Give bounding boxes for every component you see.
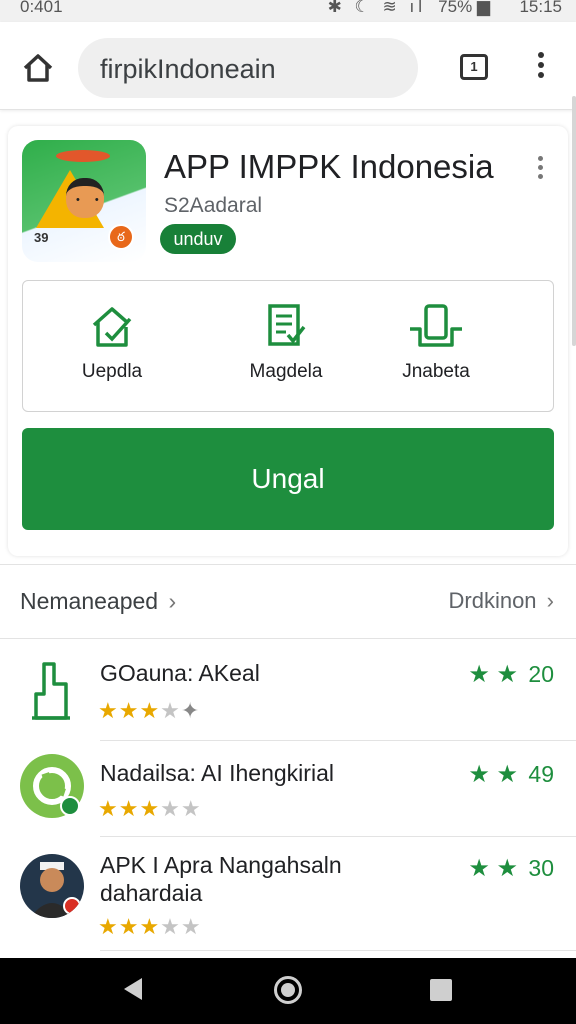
tab-switcher-button[interactable]: 1	[460, 54, 488, 80]
app-icon[interactable]: • • 39 ఠ	[22, 140, 146, 262]
scrollbar[interactable]	[572, 96, 576, 346]
list-item-stars: ★★★★★	[98, 914, 202, 939]
status-time: 0:401	[20, 0, 63, 16]
app-card: • • 39 ఠ APP IMPPK Indonesia S2Aadaral u…	[8, 126, 568, 556]
list-item[interactable]: GOauna: AKeal ★★★★✦ ★ ★ 20	[0, 640, 576, 740]
list-item-rating: ★ ★ 30	[468, 854, 554, 883]
divider	[100, 950, 576, 951]
list-item[interactable]: Nadailsa: AI Ihengkirial ★★★★★ ★ ★ 49	[0, 742, 576, 842]
chevron-right-icon: ›	[546, 588, 554, 613]
list-item[interactable]: APK I Apra Nangahsaln dahardaia ★★★★★ ★ …	[0, 838, 576, 950]
phone-circle-icon	[20, 754, 84, 818]
list-item-rating: ★ ★ 20	[468, 660, 554, 689]
rating-value: 49	[528, 761, 554, 787]
status-bar: 0:401 ✱ ☾ ≋ ıl 75% ▆ 15:15	[0, 0, 576, 22]
home-check-icon	[92, 307, 132, 347]
rating-value: 20	[528, 661, 554, 687]
browser-toolbar: firpikIndoneain 1	[0, 22, 576, 110]
recents-icon[interactable]	[430, 979, 452, 1001]
section-link-left[interactable]: Nemaneaped ›	[20, 588, 176, 615]
document-check-icon	[268, 304, 306, 346]
download-badge: unduv	[160, 224, 236, 254]
divider	[0, 638, 576, 639]
list-item-subtitle: dahardaia	[100, 880, 203, 906]
chevron-right-icon: ›	[168, 588, 177, 614]
browser-menu-icon[interactable]	[534, 52, 548, 84]
list-item-stars: ★★★★✦	[98, 698, 201, 723]
section-link-right[interactable]: Drdkinon ›	[449, 588, 555, 614]
app-more-icon[interactable]	[534, 156, 546, 186]
divider	[100, 740, 576, 741]
action-panel: Uepdla Magdela Jnabeta	[22, 280, 554, 412]
status-icons: ✱ ☾ ≋ ıl	[327, 0, 426, 16]
phone-tray-icon	[410, 304, 462, 347]
app-icon-number: 39	[34, 230, 49, 245]
action-manage-button[interactable]: Magdela	[211, 303, 361, 399]
back-icon[interactable]	[124, 978, 142, 1000]
system-nav-bar	[0, 958, 576, 1024]
status-clock: 15:15	[519, 0, 562, 16]
action-update-label: Uepdla	[81, 361, 143, 382]
list-item-title: Nadailsa: AI Ihengkirial	[100, 760, 334, 786]
section-left-label: Nemaneaped	[20, 588, 159, 614]
list-item-rating: ★ ★ 49	[468, 760, 554, 789]
action-update-button[interactable]: Uepdla	[37, 303, 187, 399]
url-text: firpikIndoneain	[100, 54, 276, 84]
address-bar[interactable]: firpikIndoneain	[78, 38, 418, 98]
action-manage-label: Magdela	[249, 361, 323, 382]
section-right-label: Drdkinon	[448, 588, 537, 613]
action-share-button[interactable]: Jnabeta	[361, 303, 511, 399]
action-share-label: Jnabeta	[402, 361, 470, 382]
home-icon[interactable]	[20, 50, 56, 86]
tab-count: 1	[470, 59, 478, 74]
divider	[0, 564, 576, 565]
rating-star-icon: ★ ★	[468, 855, 519, 882]
app-developer[interactable]: S2Aadaral	[164, 194, 262, 218]
list-item-title: GOauna: AKeal	[100, 660, 260, 686]
rating-star-icon: ★ ★	[468, 761, 519, 788]
list-item-title: APK I Apra Nangahsaln	[100, 852, 342, 878]
rating-value: 30	[528, 855, 554, 881]
list-item-stars: ★★★★★	[98, 796, 202, 821]
thumb-icon	[20, 658, 84, 722]
install-button[interactable]: Ungal	[22, 428, 554, 530]
rating-star-icon: ★ ★	[468, 661, 519, 688]
divider	[100, 836, 576, 837]
app-title: APP IMPPK Indonesia	[164, 148, 494, 185]
battery-icon: 75% ▆	[438, 0, 490, 16]
avatar-icon	[20, 854, 84, 918]
home-circle-icon[interactable]	[274, 976, 302, 1004]
